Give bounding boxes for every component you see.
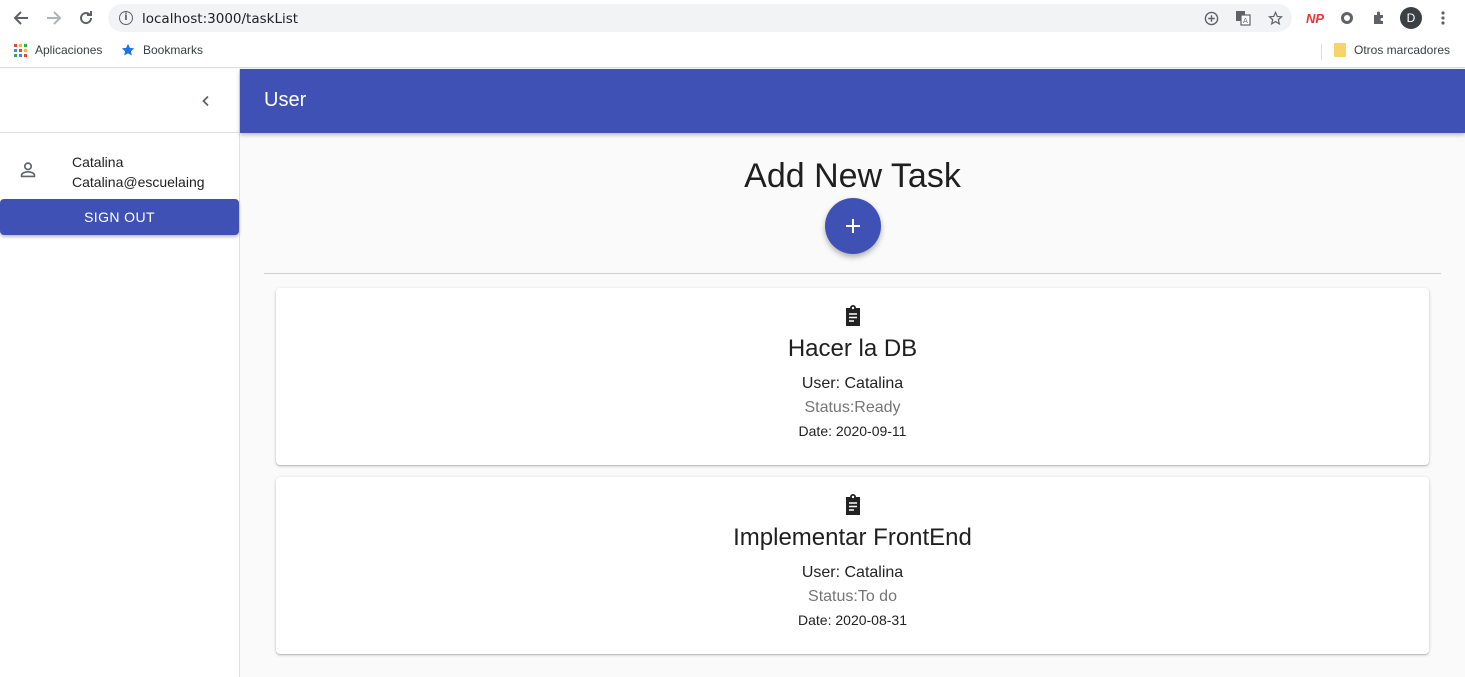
task-status: Status:Ready — [804, 399, 901, 416]
folder-icon — [1334, 43, 1346, 57]
star-filled-icon — [121, 43, 135, 56]
add-task-button[interactable] — [825, 198, 881, 254]
task-card[interactable]: Implementar FrontEnd User: Catalina Stat… — [276, 477, 1429, 654]
chevron-left-icon[interactable] — [194, 89, 218, 113]
reload-icon[interactable] — [74, 7, 98, 29]
apps-grid-icon — [14, 43, 27, 57]
task-title: Hacer la DB — [787, 335, 918, 362]
task-user: User: Catalina — [801, 564, 904, 581]
sign-out-button[interactable]: SIGN OUT — [0, 199, 239, 235]
task-user: User: Catalina — [801, 375, 904, 392]
sidebar-drawer: Catalina Catalina@escuelaing SIGN OUT — [0, 69, 240, 677]
add-task-heading: Add New Task — [744, 157, 961, 195]
plus-icon — [846, 219, 860, 233]
task-date: Date: 2020-09-11 — [798, 423, 907, 439]
bookmarks-bar: Aplicaciones Bookmarks Otros marcadores — [0, 36, 1465, 68]
sidebar-header — [0, 69, 239, 133]
user-name: Catalina — [72, 154, 124, 170]
bookmark-bookmarks-label: Bookmarks — [143, 43, 204, 57]
app-bar: User — [240, 69, 1465, 133]
bookmark-apps-label: Aplicaciones — [35, 43, 103, 57]
back-icon[interactable] — [9, 7, 33, 29]
user-email: Catalina@escuelaing — [72, 174, 205, 190]
bookmark-other[interactable]: Otros marcadores — [1334, 43, 1450, 57]
info-icon[interactable]: i — [119, 11, 133, 25]
task-date: Date: 2020-08-31 — [798, 612, 907, 628]
profile-avatar[interactable]: D — [1400, 7, 1422, 29]
svg-text:A: A — [1243, 17, 1248, 25]
user-info: Catalina Catalina@escuelaing — [0, 151, 240, 191]
person-icon — [17, 159, 39, 181]
bookmark-apps[interactable]: Aplicaciones — [14, 43, 102, 57]
np-extension-icon[interactable]: NP — [1305, 8, 1325, 28]
clipboard-icon — [841, 493, 865, 517]
bookmark-bookmarks[interactable]: Bookmarks — [121, 43, 203, 57]
forward-icon[interactable] — [42, 7, 66, 29]
address-bar[interactable]: i localhost:3000/taskList A — [108, 4, 1292, 32]
bookmark-other-label: Otros marcadores — [1354, 43, 1451, 57]
task-status: Status:To do — [808, 588, 897, 605]
address-url[interactable]: localhost:3000/taskList — [142, 11, 298, 27]
star-icon[interactable] — [1266, 9, 1284, 27]
install-icon[interactable] — [1202, 9, 1220, 27]
clipboard-icon — [841, 304, 865, 328]
divider — [264, 273, 1441, 274]
task-title: Implementar FrontEnd — [733, 524, 972, 551]
browser-toolbar: i localhost:3000/taskList A NP D — [0, 0, 1465, 36]
bookmarks-separator — [1321, 44, 1322, 60]
app-bar-title: User — [264, 89, 307, 111]
extension-circle-icon[interactable] — [1337, 8, 1357, 28]
puzzle-icon[interactable] — [1369, 8, 1389, 28]
more-vert-icon[interactable] — [1433, 8, 1453, 28]
main-content: Add New Task Hacer la DB User: Catalina … — [240, 133, 1465, 677]
task-card[interactable]: Hacer la DB User: Catalina Status:Ready … — [276, 288, 1429, 465]
translate-icon[interactable]: A — [1234, 9, 1252, 27]
